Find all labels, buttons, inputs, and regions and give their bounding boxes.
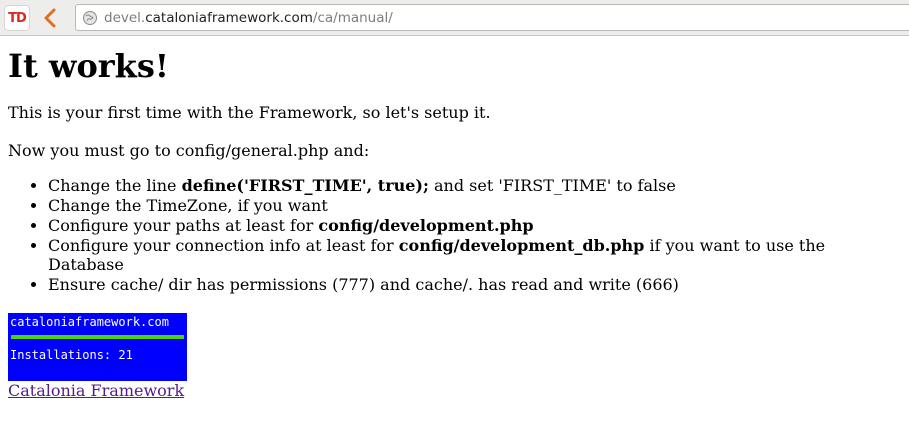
td-extension-label: TD [8, 10, 27, 26]
page-heading: It works! [8, 47, 169, 85]
steps-list: Change the line define('FIRST_TIME', tru… [8, 176, 901, 294]
list-item: Ensure cache/ dir has permissions (777) … [48, 275, 901, 295]
browser-toolbar: TD devel. cataloniaframework.com/ca/manua… [0, 0, 909, 36]
list-item: Configure your paths at least for config… [48, 216, 901, 236]
back-button[interactable] [37, 5, 63, 31]
url-path: /ca/manual/ [312, 9, 393, 26]
badge-bar [11, 334, 184, 339]
badge-domain: cataloniaframework.com [10, 314, 169, 329]
globe-icon [82, 10, 98, 26]
chevron-left-icon [44, 8, 56, 28]
instruction-text: Now you must go to config/general.php an… [8, 141, 370, 161]
catalonia-framework-link[interactable]: Catalonia Framework [8, 381, 184, 401]
intro-text: This is your first time with the Framewo… [8, 103, 491, 123]
installations-badge[interactable]: cataloniaframework.com Installations: 21 [8, 312, 187, 381]
list-item: Change the line define('FIRST_TIME', tru… [48, 176, 901, 196]
page-content: It works! This is your first time with t… [0, 47, 909, 401]
url-prefix: devel. [104, 9, 146, 26]
list-item: Change the TimeZone, if you want [48, 196, 901, 216]
list-item: Configure your connection info at least … [48, 236, 901, 275]
badge-installations: Installations: 21 [10, 347, 133, 362]
url-domain: cataloniaframework.com [145, 9, 313, 26]
address-bar[interactable]: devel. cataloniaframework.com/ca/manual/ [75, 4, 909, 31]
td-extension-button[interactable]: TD [4, 5, 30, 31]
